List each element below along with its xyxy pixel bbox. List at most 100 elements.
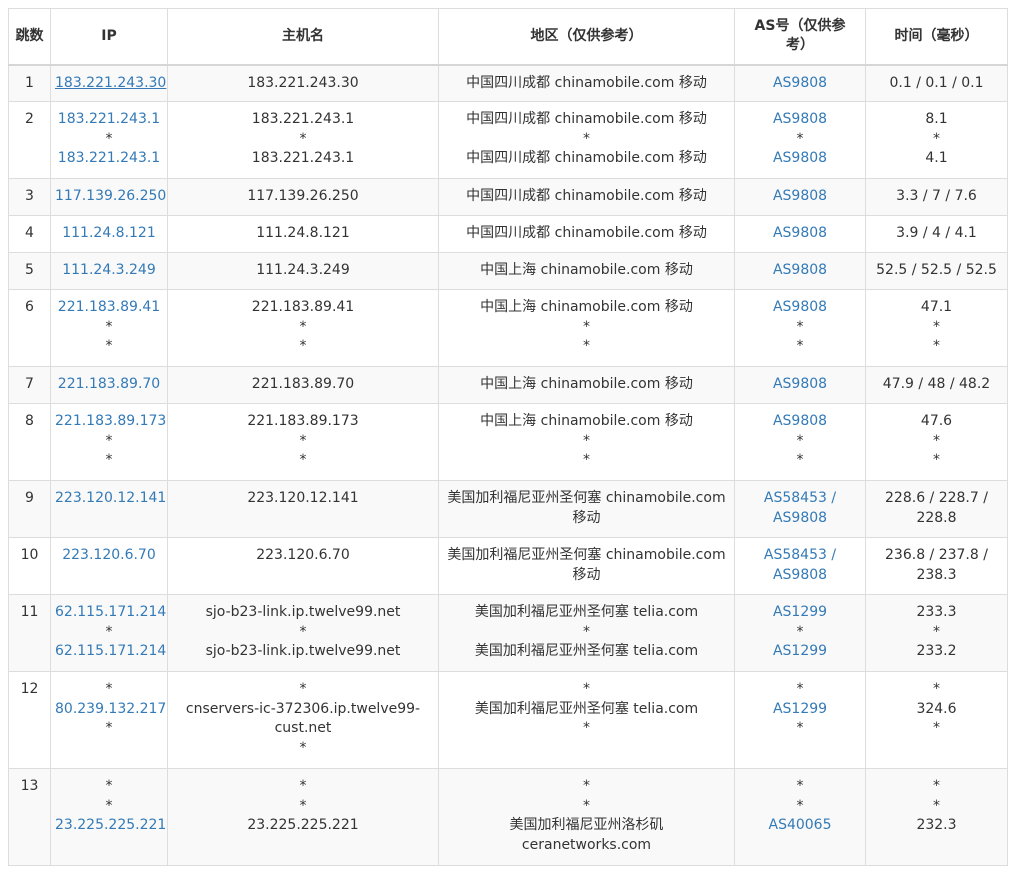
header-as: AS号（仅供参考） [734,8,866,66]
timeout-marker: * [796,452,804,468]
header-hop: 跳数 [8,8,51,66]
as-cell: AS9808 [734,215,866,253]
ip-link[interactable]: 23.225.225.221 [55,816,166,836]
timeout-marker: * [299,130,307,147]
region-text: 中国上海 chinamobile.com 移动 [480,299,693,315]
as-link[interactable]: AS40065 [739,816,861,836]
table-body: 1 183.221.243.30 183.221.243.30 中国四川成都 chin… [8,64,1008,866]
timeout-marker: * [583,338,590,354]
ip-link[interactable]: 62.115.171.214 [55,603,166,623]
timeout-marker: * [583,681,590,697]
as-link[interactable]: AS9808 [739,261,861,281]
timeout-marker: * [299,797,307,814]
header-ip: IP [50,8,168,66]
region-text: 美国加利福尼亚州洛杉矶 ceranetworks.com [509,817,664,853]
host-text: 221.183.89.41 [251,299,355,315]
ip-link[interactable]: 62.115.171.214 [55,642,166,662]
as-link[interactable]: AS9808 [739,110,861,130]
hostname-cell: 221.183.89.41 * * [167,289,439,367]
hop-cell: 12 [8,671,51,769]
timeout-marker: * [299,452,307,468]
region-text: 中国上海 chinamobile.com 移动 [480,413,693,429]
timeout-marker: * [933,778,940,794]
hop-cell: 9 [8,480,51,538]
time-text: 236.8 / 237.8 / 238.3 [885,547,988,583]
region-text: 美国加利福尼亚州圣何塞 chinamobile.com 移动 [447,490,726,526]
ip-link[interactable]: 223.120.6.70 [55,546,163,566]
region-text: 中国上海 chinamobile.com 移动 [480,376,693,392]
table-row: 7 221.183.89.70 221.183.89.70 中国上海 chinamob… [8,366,1008,404]
region-text: 中国四川成都 chinamobile.com 移动 [466,150,707,166]
as-link[interactable]: AS1299 [739,700,861,720]
ip-link[interactable]: 183.221.243.1 [55,149,163,169]
ip-link[interactable]: 221.183.89.173 [55,412,166,432]
as-link[interactable]: AS58453 / AS9808 [739,546,861,585]
ip-cell: * * 23.225.225.221 [50,768,168,866]
timeout-marker: * [105,338,113,354]
as-link[interactable]: AS9808 [739,74,861,94]
as-link[interactable]: AS58453 / AS9808 [739,489,861,528]
as-cell: * AS1299 * [734,671,866,769]
ip-cell: 223.120.6.70 [50,537,168,595]
ip-link[interactable]: 111.24.8.121 [55,224,163,244]
as-cell: * * AS40065 [734,768,866,866]
timeout-marker: * [583,432,590,449]
ip-link[interactable]: 80.239.132.217 [55,700,166,720]
time-cell: * * 232.3 [865,768,1008,866]
as-link[interactable]: AS9808 [739,224,861,244]
time-text: 233.2 [916,643,957,659]
timeout-marker: * [796,778,804,794]
hostname-cell: 117.139.26.250 [167,178,439,216]
timeout-marker: * [796,318,804,335]
as-cell: AS9808 * * [734,289,866,367]
as-link[interactable]: AS9808 [739,298,861,318]
time-text: 47.6 [920,413,953,429]
as-link[interactable]: AS1299 [739,642,861,662]
timeout-marker: * [933,720,940,736]
host-text: 183.221.243.30 [247,74,359,91]
timeout-marker: * [933,797,940,814]
table-row: 5 111.24.3.249 111.24.3.249 中国上海 chinamobil… [8,252,1008,290]
ip-link[interactable]: 223.120.12.141 [55,489,166,509]
timeout-marker: * [105,623,113,640]
table-row: 11 62.115.171.214 * 62.115.171.214 sjo-b23-l… [8,594,1008,672]
region-text: 中国四川成都 chinamobile.com 移动 [466,74,707,91]
as-link[interactable]: AS9808 [739,375,861,395]
header-region: 地区（仅供参考） [438,8,735,66]
as-cell: AS58453 / AS9808 [734,537,866,595]
as-link[interactable]: AS9808 [739,187,861,207]
table-row: 6 221.183.89.41 * * 221.183.89.41 * * 中国上海 chin… [8,289,1008,367]
as-link[interactable]: AS9808 [739,412,861,432]
as-link[interactable]: AS9808 [739,149,861,169]
ip-link[interactable]: 183.221.243.30 [55,74,166,94]
host-text: 111.24.3.249 [256,262,350,278]
timeout-marker: * [299,338,307,354]
hostname-cell: 221.183.89.173 * * [167,403,439,481]
host-text: 221.183.89.173 [247,413,359,429]
hop-cell: 6 [8,289,51,367]
host-text: 111.24.8.121 [256,225,350,241]
table-row: 8 221.183.89.173 * * 221.183.89.173 * * 中国上海 ch… [8,403,1008,481]
ip-link[interactable]: 111.24.3.249 [55,261,163,281]
as-cell: AS9808 [734,64,866,102]
ip-link[interactable]: 183.221.243.1 [55,110,163,130]
as-link[interactable]: AS1299 [739,603,861,623]
ip-cell: * 80.239.132.217 * [50,671,168,769]
region-cell: 中国上海 chinamobile.com 移动 [438,366,735,404]
time-text: 8.1 [925,111,948,127]
host-text: 23.225.225.221 [247,817,359,833]
time-cell: 52.5 / 52.5 / 52.5 [865,252,1008,290]
host-text: sjo-b23-link.ip.twelve99.net [205,643,401,659]
ip-link[interactable]: 117.139.26.250 [55,187,166,207]
time-cell: 8.1 * 4.1 [865,101,1008,179]
ip-cell: 221.183.89.173 * * [50,403,168,481]
timeout-marker: * [796,623,804,640]
ip-link[interactable]: 221.183.89.70 [55,375,163,395]
table-row: 12 * 80.239.132.217 * * cnservers-ic-372306.i… [8,671,1008,769]
traceroute-table: 跳数 IP 主机名 地区（仅供参考） AS号（仅供参考） 时间（毫秒） 1 183… [8,8,1008,866]
host-text: cnservers-ic-372306.ip.twelve99-cust.net [185,700,421,737]
ip-link[interactable]: 221.183.89.41 [55,298,163,318]
time-text: 4.1 [925,150,948,166]
timeout-marker: * [933,452,940,468]
time-text: 232.3 [916,817,957,833]
